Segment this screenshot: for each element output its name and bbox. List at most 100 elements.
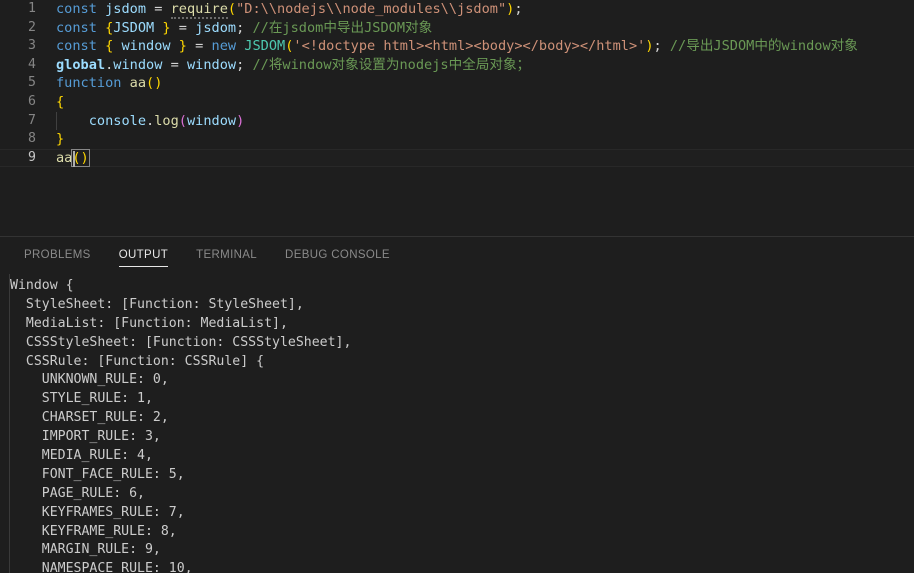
code-line[interactable]: 9 aa() [0, 148, 914, 168]
code-token: . [146, 112, 155, 129]
panel-tab-label: PROBLEMS [24, 248, 91, 261]
output-line: CHARSET_RULE: 2, [10, 410, 169, 426]
code-token: console [88, 112, 147, 129]
output-line: NAMESPACE_RULE: 10, [10, 561, 193, 573]
panel-tab-label: OUTPUT [118, 248, 169, 261]
code-token: window [186, 56, 237, 73]
code-token: ; [236, 19, 253, 36]
code-token: ; [236, 56, 253, 73]
code-text[interactable]: { [56, 93, 64, 112]
code-text[interactable]: } [56, 130, 64, 149]
line-number: 4 [28, 56, 36, 72]
output-line: KEYFRAMES_RULE: 7, [10, 504, 185, 520]
code-token: '<!doctype html><html><body></body></htm… [293, 38, 646, 55]
code-token: const [56, 1, 97, 17]
code-line[interactable]: 5 function aa() [0, 74, 914, 93]
code-token: window [113, 38, 179, 55]
line-number: 7 [28, 112, 36, 128]
code-token: = [186, 38, 212, 55]
output-line: UNKNOWN_RULE: 0, [10, 372, 169, 388]
code-token: aa [129, 75, 147, 92]
code-token: function [56, 75, 122, 92]
output-line: CSSStyleSheet: [Function: CSSStyleSheet]… [10, 334, 352, 350]
code-token: } [56, 131, 65, 148]
output-line: KEYFRAME_RULE: 8, [10, 523, 177, 539]
bottom-panel: PROBLEMS OUTPUT TERMINAL DEBUG CONSOLE Wind… [0, 236, 914, 573]
code-text[interactable]: const jsdom = require("D:\\nodejs\\node_… [56, 0, 523, 19]
line-number: 3 [28, 38, 36, 54]
line-number: 9 [28, 149, 36, 165]
code-token: const [56, 38, 97, 55]
code-token: ) [645, 38, 654, 55]
output-line: IMPORT_RULE: 3, [10, 429, 161, 445]
code-token: ( [178, 112, 187, 129]
code-token: () [146, 75, 163, 92]
line-number: 1 [28, 1, 36, 16]
code-token: { [56, 93, 65, 110]
code-token: //导出JSDOM中的window对象 [669, 38, 858, 55]
code-token: global [56, 56, 106, 73]
code-token: ( [227, 1, 237, 17]
code-token: JSDOM [244, 38, 286, 55]
code-text[interactable]: const { window } = new JSDOM('<!doctype … [56, 37, 858, 56]
code-line[interactable]: 4 global.window = window; //将window对象设置为n… [0, 56, 914, 75]
code-line[interactable]: 3 const { window } = new JSDOM('<!doctype… [0, 37, 914, 56]
panel-tab-label: DEBUG CONSOLE [285, 248, 390, 261]
code-line[interactable]: 7 console.log(window) [0, 111, 914, 131]
code-token: = [162, 56, 187, 73]
code-token: jsdom [105, 1, 147, 17]
code-token: } [162, 19, 171, 36]
code-token: //将window对象设置为nodejs中全局对象； [252, 56, 531, 73]
code-token: ; [653, 38, 670, 55]
output-line: STYLE_RULE: 1, [10, 391, 153, 407]
panel-tab-terminal[interactable]: TERMINAL [182, 237, 271, 272]
output-line: StyleSheet: [Function: StyleSheet], [10, 296, 304, 312]
code-token: log [154, 112, 179, 129]
code-token: } [178, 38, 187, 55]
code-text[interactable]: console.log(window) [56, 112, 245, 131]
code-line[interactable]: 2 const {JSDOM } = jsdom; //在jsdom中导出JSDO… [0, 19, 914, 38]
line-number: 2 [28, 19, 36, 35]
code-token: require [170, 1, 228, 19]
code-token: = [170, 19, 196, 36]
code-text[interactable]: const {JSDOM } = jsdom; //在jsdom中导出JSDOM… [56, 19, 432, 38]
panel-tab-output[interactable]: OUTPUT [105, 237, 182, 272]
code-lines-container[interactable]: 1 const jsdom = require("D:\\nodejs\\node… [0, 0, 914, 168]
code-token: jsdom [195, 19, 237, 36]
code-token: JSDOM [113, 19, 155, 36]
panel-tab-label: TERMINAL [196, 248, 258, 261]
output-line: PAGE_RULE: 6, [10, 485, 145, 501]
code-text[interactable]: function aa() [56, 74, 162, 93]
code-token: ; [514, 1, 523, 17]
output-line: MEDIA_RULE: 4, [10, 448, 153, 464]
output-view[interactable]: Window { StyleSheet: [Function: StyleShe… [0, 272, 914, 573]
output-lines-container: Window { StyleSheet: [Function: StyleShe… [0, 277, 914, 573]
code-token: = [146, 1, 171, 17]
output-line: CSSRule: [Function: CSSRule] { [10, 353, 265, 369]
code-token: //在jsdom中导出JSDOM对象 [252, 19, 433, 36]
panel-tab-problems[interactable]: PROBLEMS [10, 237, 105, 272]
line-number: 5 [28, 75, 36, 91]
code-token: window [186, 112, 237, 129]
output-line: MediaList: [Function: MediaList], [10, 315, 288, 331]
output-line: Window { [10, 278, 74, 293]
line-number: 8 [28, 131, 36, 147]
code-editor[interactable]: 1 const jsdom = require("D:\\nodejs\\node… [0, 0, 914, 236]
panel-tab-bar: PROBLEMS OUTPUT TERMINAL DEBUG CONSOLE [0, 237, 914, 272]
panel-tab-debug-console[interactable]: DEBUG CONSOLE [271, 237, 404, 272]
code-line[interactable]: 6{ [0, 93, 914, 112]
code-token: window [113, 56, 163, 73]
code-line[interactable]: 8} [0, 130, 914, 149]
code-text[interactable]: global.window = window; //将window对象设置为no… [56, 56, 530, 75]
code-token: const [56, 19, 97, 36]
code-token: new [211, 38, 237, 55]
output-indent-guide [9, 274, 10, 573]
code-token: ) [236, 112, 245, 129]
output-line: FONT_FACE_RULE: 5, [10, 466, 185, 482]
code-line[interactable]: 1 const jsdom = require("D:\\nodejs\\node… [0, 0, 914, 19]
